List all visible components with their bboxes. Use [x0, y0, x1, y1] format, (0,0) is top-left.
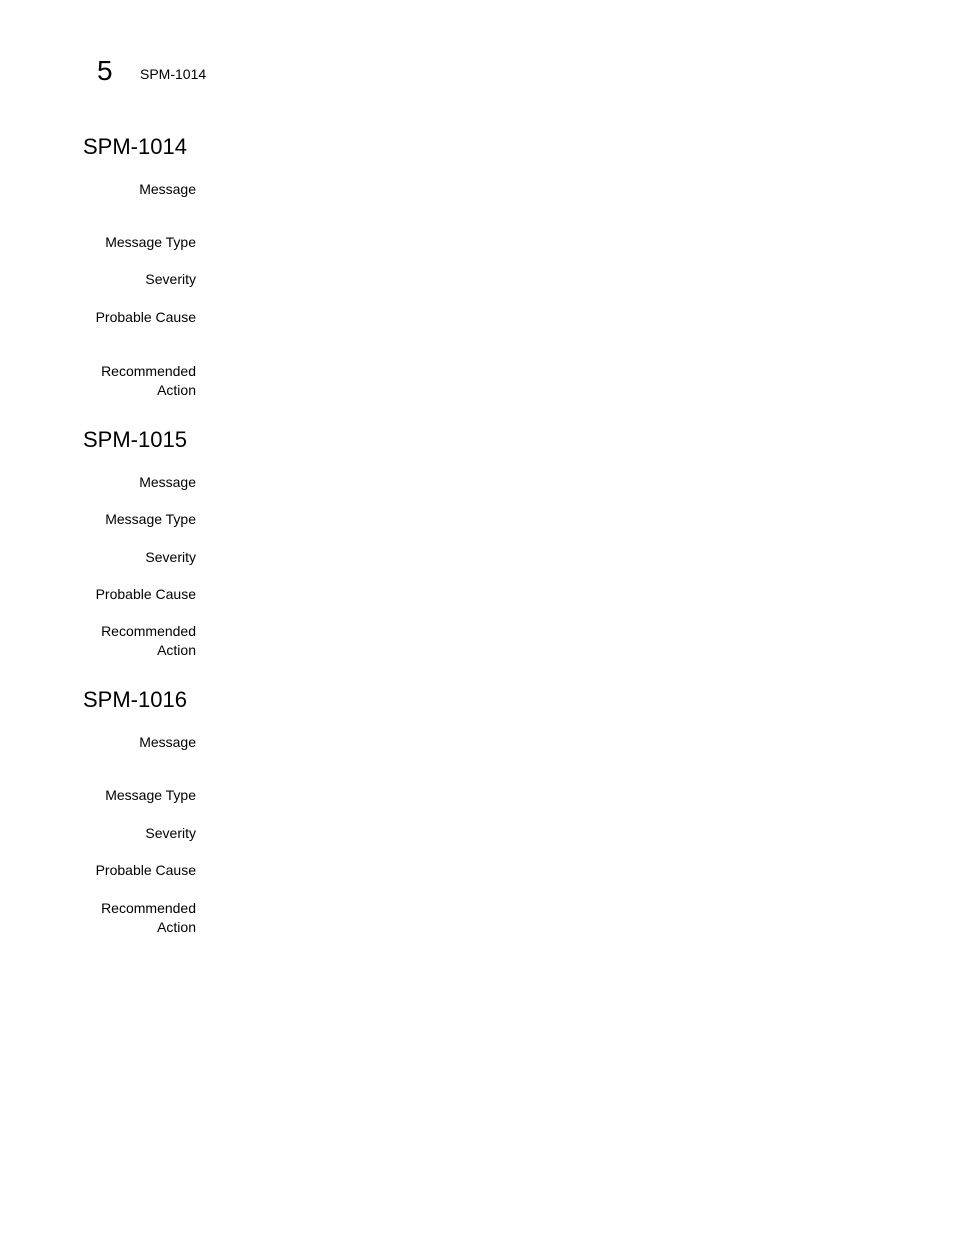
label-line-1: Recommended — [101, 900, 196, 916]
field-label-message: Message — [139, 474, 196, 490]
field-label-message-type: Message Type — [105, 234, 196, 250]
field-label-severity: Severity — [145, 549, 196, 565]
field-label-message-type: Message Type — [105, 787, 196, 803]
field-label-recommended-action: Recommended Action — [101, 362, 196, 400]
label-line-2: Action — [157, 382, 196, 398]
section-title: SPM-1014 — [83, 134, 187, 159]
section-title: SPM-1016 — [83, 687, 187, 712]
field-label-message-type: Message Type — [105, 511, 196, 527]
section-title: SPM-1015 — [83, 427, 187, 452]
field-label-probable-cause: Probable Cause — [95, 586, 196, 602]
field-label-recommended-action: Recommended Action — [101, 899, 196, 937]
chapter-number: 5 — [97, 55, 113, 86]
field-label-message: Message — [139, 181, 196, 197]
field-label-probable-cause: Probable Cause — [95, 862, 196, 878]
field-label-recommended-action: Recommended Action — [101, 622, 196, 660]
field-label-severity: Severity — [145, 271, 196, 287]
field-label-severity: Severity — [145, 825, 196, 841]
label-line-2: Action — [157, 642, 196, 658]
field-label-probable-cause: Probable Cause — [95, 309, 196, 325]
label-line-1: Recommended — [101, 363, 196, 379]
field-label-message: Message — [139, 734, 196, 750]
label-line-1: Recommended — [101, 623, 196, 639]
running-head: SPM-1014 — [140, 66, 207, 82]
label-line-2: Action — [157, 919, 196, 935]
